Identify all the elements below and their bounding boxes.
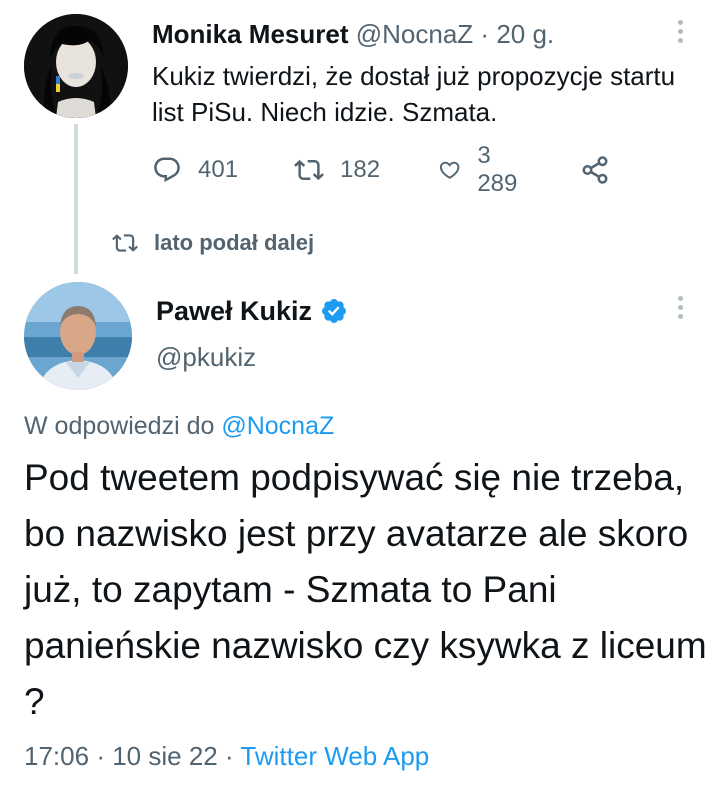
retweet-count: 182 (340, 156, 381, 183)
retweet-banner: lato podał dalej (112, 228, 314, 258)
tweet-time[interactable]: 17:06 (24, 741, 89, 771)
source-app-link[interactable]: Twitter Web App (240, 741, 429, 771)
author-handle[interactable]: @NocnaZ (356, 19, 473, 49)
tweet-date[interactable]: 10 sie 22 (112, 741, 218, 771)
reply-button[interactable]: 401 (152, 150, 238, 190)
avatar-image (24, 282, 132, 390)
more-icon[interactable] (670, 16, 690, 56)
author-name[interactable]: Monika Mesuret (152, 19, 349, 49)
tweet-meta: 17:06 · 10 sie 22 · Twitter Web App (24, 738, 429, 774)
retweeted-by-label[interactable]: lato podał dalej (154, 230, 314, 256)
more-icon[interactable] (670, 292, 690, 332)
retweet-button[interactable]: 182 (294, 150, 380, 190)
main-tweet-text: Pod tweetem podpisywać się nie trzeba, b… (24, 457, 707, 722)
like-button[interactable]: 3 289 (438, 142, 524, 197)
author-name[interactable]: Paweł Kukiz (156, 294, 312, 328)
parent-tweet-header: Monika Mesuret @NocnaZ · 20 g. (152, 18, 554, 50)
avatar-pawel-kukiz[interactable] (24, 282, 132, 390)
like-icon (439, 161, 460, 179)
reply-count: 401 (198, 156, 239, 183)
main-tweet-author: Paweł Kukiz (156, 294, 348, 328)
verified-badge-icon (322, 299, 347, 323)
like-count: 3 289 (477, 142, 518, 197)
avatar-monika-mesuret[interactable] (24, 14, 128, 118)
reply-icon (154, 157, 180, 183)
tweet-time[interactable]: 20 g. (496, 19, 554, 49)
retweet-icon (294, 159, 324, 181)
author-handle[interactable]: @pkukiz (156, 340, 256, 374)
reply-context: W odpowiedzi do @NocnaZ (24, 410, 334, 442)
share-icon (582, 156, 608, 184)
reply-prefix: W odpowiedzi do (24, 412, 215, 440)
avatar-image (24, 14, 128, 118)
share-button[interactable] (580, 150, 610, 190)
retweet-icon (112, 234, 138, 252)
separator: · (224, 741, 234, 771)
parent-tweet-text: Kukiz twierdzi, że dostał już propozycje… (152, 61, 676, 127)
reply-handle-link[interactable]: @NocnaZ (221, 412, 334, 440)
thread-line (74, 124, 78, 274)
separator: · (480, 19, 490, 49)
separator: · (96, 741, 105, 771)
